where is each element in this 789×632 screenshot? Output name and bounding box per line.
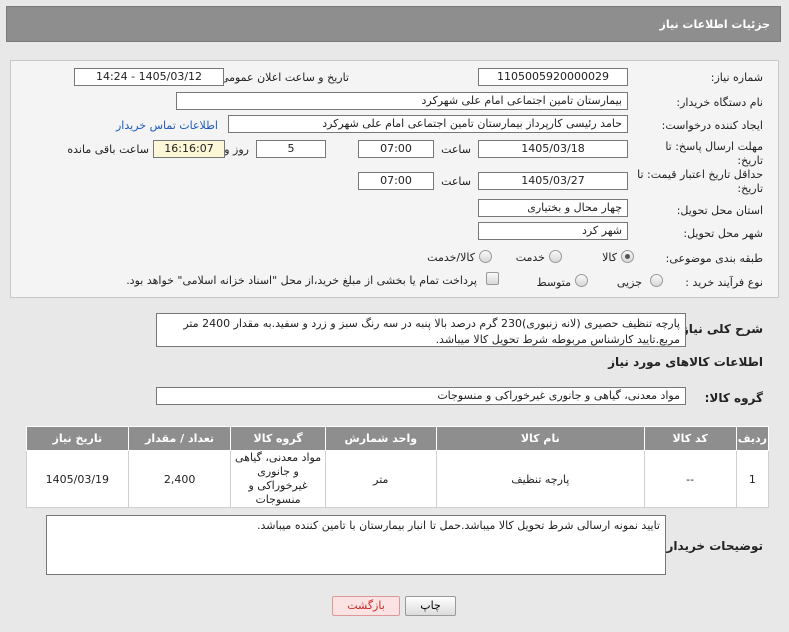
cell-group: مواد معدنی، گیاهی و جانوری غیرخوراکی و م…: [230, 450, 326, 508]
province-field: چهار محال و بختیاری: [478, 199, 628, 217]
province-label: استان محل تحویل:: [676, 204, 763, 217]
days-remaining-field: 5: [256, 140, 326, 158]
back-button[interactable]: بازگشت: [332, 596, 400, 616]
city-field: شهر کرد: [478, 222, 628, 240]
buyer-notes-text: تایید نمونه ارسالی شرط تحویل کالا میباشد…: [46, 515, 666, 575]
need-number-field: 1105005920000029: [478, 68, 628, 86]
goods-section-title: اطلاعات کالاهای مورد نیاز: [608, 355, 763, 369]
creator-label: ایجاد کننده درخواست:: [661, 119, 763, 132]
deadline-date-field: 1405/03/18: [478, 140, 628, 158]
process-option-minor: جزیی: [616, 276, 642, 289]
city-label: شهر محل تحویل:: [683, 227, 763, 240]
table-row: 1 -- پارچه تنظیف متر مواد معدنی، گیاهی و…: [26, 450, 770, 508]
cell-qty: 2,400: [127, 450, 232, 508]
col-qty: تعداد / مقدار: [127, 426, 232, 451]
cell-row: 1: [735, 450, 770, 508]
col-unit: واحد شمارش: [324, 426, 437, 451]
process-radio-medium[interactable]: [575, 274, 588, 287]
summary-label: شرح کلی نیاز:: [677, 322, 763, 336]
process-radio-minor[interactable]: [650, 274, 663, 287]
announce-label: تاریخ و ساعت اعلان عمومی:: [216, 71, 349, 84]
goods-table-header: ردیف کد کالا نام کالا واحد شمارش گروه کا…: [26, 426, 770, 451]
category-option-goods: کالا: [602, 251, 617, 264]
category-label: طبقه بندی موضوعی:: [665, 252, 763, 265]
buyer-field: بیمارستان تامین اجتماعی امام علی شهرکرد: [176, 92, 628, 110]
category-radio-goods-service[interactable]: [479, 250, 492, 263]
remaining-time-field: 16:16:07: [153, 140, 225, 158]
page-header: جزئیات اطلاعات نیاز: [6, 6, 781, 42]
announce-datetime-field: 1405/03/12 - 14:24: [74, 68, 224, 86]
remaining-time-label: ساعت باقی مانده: [67, 143, 149, 156]
buyer-label: نام دستگاه خریدار:: [676, 96, 763, 109]
deadline-label: مهلت ارسال پاسخ: تا تاریخ:: [665, 140, 763, 167]
buyer-notes-label: توضیحات خریدار:: [661, 539, 763, 553]
cell-date: 1405/03/19: [26, 450, 129, 508]
print-button[interactable]: چاپ: [405, 596, 456, 616]
page-title: جزئیات اطلاعات نیاز: [659, 18, 771, 31]
col-row: ردیف: [735, 426, 770, 451]
process-label: نوع فرآیند خرید :: [685, 276, 763, 289]
col-code: کد کالا: [643, 426, 737, 451]
deadline-time-field: 07:00: [358, 140, 434, 158]
category-option-service: خدمت: [515, 251, 545, 264]
validity-time-label: ساعت: [441, 175, 471, 188]
validity-time-field: 07:00: [358, 172, 434, 190]
process-option-medium: متوسط: [536, 276, 571, 289]
category-option-goods-service: کالا/خدمت: [427, 251, 475, 264]
validity-label: حداقل تاریخ اعتبار قیمت: تا تاریخ:: [637, 168, 763, 195]
deadline-time-label: ساعت: [441, 143, 471, 156]
category-radio-service[interactable]: [549, 250, 562, 263]
goods-table: ردیف کد کالا نام کالا واحد شمارش گروه کا…: [26, 426, 770, 508]
buyer-contact-link[interactable]: اطلاعات تماس خریدار: [116, 119, 218, 132]
days-label: روز و: [224, 143, 249, 156]
cell-code: --: [643, 450, 737, 508]
col-group: گروه کالا: [230, 426, 326, 451]
goods-group-label: گروه کالا:: [704, 391, 763, 405]
cell-name: پارچه تنظیف: [435, 450, 645, 508]
col-name: نام کالا: [435, 426, 645, 451]
category-radio-goods[interactable]: [621, 250, 634, 263]
creator-field: حامد رئیسی کارپرداز بیمارستان تامین اجتم…: [228, 115, 628, 133]
col-date: تاریخ نیاز: [26, 426, 129, 451]
summary-text: پارچه تنظیف حصیری (لانه زنبوری)230 گرم د…: [156, 313, 686, 347]
validity-date-field: 1405/03/27: [478, 172, 628, 190]
need-number-label: شماره نیاز:: [710, 71, 763, 84]
treasury-payment-note: پرداخت تمام یا بخشی از مبلغ خرید،از محل …: [126, 274, 477, 287]
cell-unit: متر: [324, 450, 437, 508]
treasury-payment-checkbox[interactable]: [486, 272, 499, 285]
goods-group-field: مواد معدنی، گیاهی و جانوری غیرخوراکی و م…: [156, 387, 686, 405]
